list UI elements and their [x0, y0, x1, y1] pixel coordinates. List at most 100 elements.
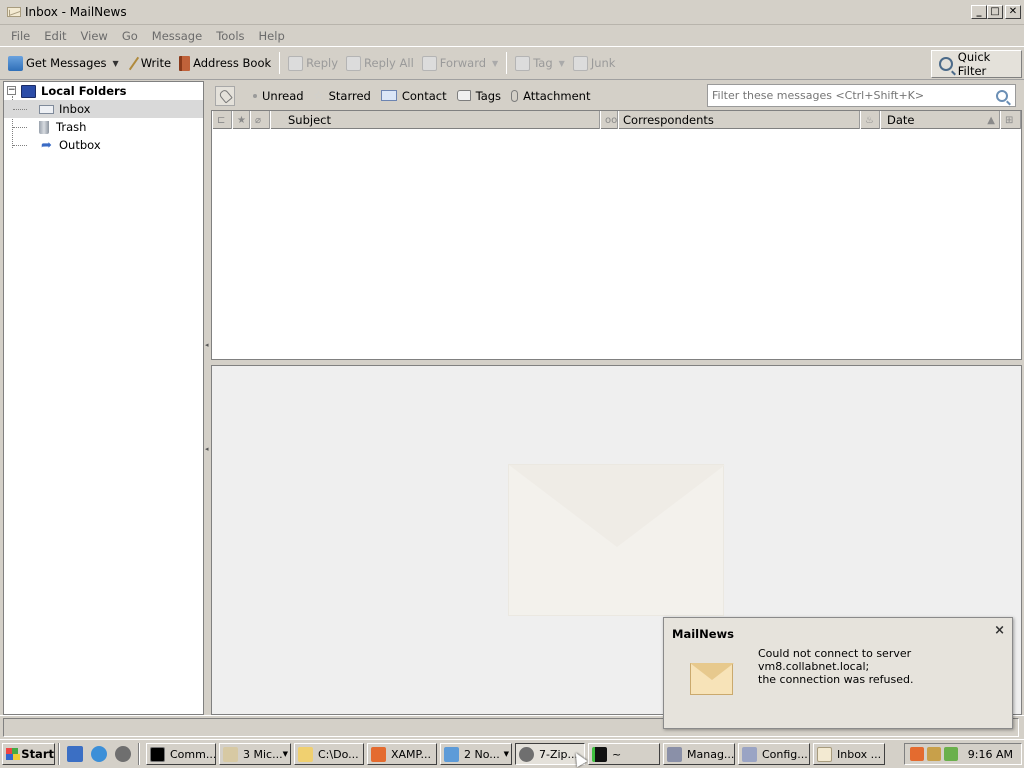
reply-all-label: Reply All: [364, 56, 414, 70]
unread-dot-icon: [253, 93, 257, 98]
minimize-button[interactable]: _: [971, 5, 987, 19]
filter-attachment-label: Attachment: [523, 88, 591, 103]
start-button[interactable]: Start: [2, 743, 55, 765]
internet-explorer-icon[interactable]: [91, 746, 107, 762]
close-icon[interactable]: ×: [994, 623, 1005, 638]
task-label: Inbox ...: [837, 747, 882, 761]
task-label: C:\Do...: [318, 747, 359, 761]
column-date-label: Date: [887, 113, 915, 127]
filter-tags[interactable]: Tags: [456, 88, 502, 103]
search-icon[interactable]: [996, 89, 1008, 102]
star-icon: ★: [237, 114, 246, 126]
menu-tools[interactable]: Tools: [209, 29, 251, 43]
folder-trash[interactable]: Trash: [4, 118, 203, 136]
windows-logo-icon: [6, 748, 21, 760]
task-label: XAMP...: [391, 747, 431, 761]
toolbar-separator: [506, 52, 508, 74]
chevron-down-icon[interactable]: ▼: [492, 59, 498, 68]
task-command-prompt[interactable]: Comm...: [146, 743, 216, 765]
folder-local-folders[interactable]: − Local Folders: [4, 82, 203, 100]
menu-edit[interactable]: Edit: [37, 29, 73, 43]
xampp-tray-icon[interactable]: [910, 747, 924, 761]
config-icon: [742, 746, 757, 762]
pane-splitter[interactable]: [204, 81, 211, 715]
filter-search-input[interactable]: [708, 89, 990, 102]
get-messages-button[interactable]: Get Messages ▼: [4, 51, 123, 75]
forward-icon: [421, 55, 437, 71]
menu-view[interactable]: View: [74, 29, 115, 43]
task-microsoft-group[interactable]: 3 Mic... ▼: [219, 743, 291, 765]
task-explorer-folder[interactable]: C:\Do...: [294, 743, 364, 765]
column-picker[interactable]: ⊞: [1000, 111, 1021, 129]
task-notepad-group[interactable]: 2 No... ▼: [440, 743, 512, 765]
address-book-icon: [179, 55, 191, 71]
column-starred[interactable]: ★: [232, 111, 250, 129]
menu-help[interactable]: Help: [252, 29, 292, 43]
address-book-button[interactable]: Address Book: [175, 51, 275, 75]
task-manage[interactable]: Manag...: [663, 743, 735, 765]
menu-go[interactable]: Go: [115, 29, 145, 43]
column-thread[interactable]: ⊏: [212, 111, 232, 129]
menu-file[interactable]: File: [4, 29, 37, 43]
taskbar-separator: [58, 743, 60, 765]
reply-all-button[interactable]: Reply All: [342, 51, 418, 75]
column-subject[interactable]: Subject: [270, 111, 600, 129]
collapse-icon[interactable]: −: [7, 86, 16, 95]
filter-tags-label: Tags: [475, 88, 502, 103]
filter-attachment[interactable]: Attachment: [511, 89, 590, 103]
task-label: ~: [612, 747, 622, 761]
write-button[interactable]: Write: [123, 51, 175, 75]
pin-icon[interactable]: [215, 85, 235, 106]
raccoon-app-icon[interactable]: [115, 746, 131, 762]
address-book-label: Address Book: [193, 56, 272, 70]
paperclip-icon: ⌀: [255, 114, 262, 126]
thread-column-header: ⊏ ★ ⌀ Subject oo Correspondents ♨ Date ▲…: [212, 111, 1021, 129]
envelope-watermark-icon: [508, 464, 725, 616]
pencil-icon: [128, 56, 139, 70]
filter-contact[interactable]: Contact: [380, 88, 447, 103]
computer-icon: [21, 84, 36, 98]
column-date[interactable]: Date ▲: [880, 111, 1000, 129]
chevron-down-icon[interactable]: ▼: [559, 59, 565, 68]
tag-button[interactable]: Tag ▼: [511, 51, 569, 75]
task-inbox-mailnews[interactable]: Inbox ...: [813, 743, 885, 765]
quick-filter-button[interactable]: Quick Filter: [931, 50, 1022, 78]
quick-filter-label: Quick Filter: [957, 50, 991, 78]
system-clock[interactable]: 9:16 AM: [968, 748, 1013, 761]
filter-unread[interactable]: Unread: [253, 89, 304, 103]
thread-pane[interactable]: ⊏ ★ ⌀ Subject oo Correspondents ♨ Date ▲…: [211, 110, 1022, 360]
filter-contact-label: Contact: [401, 88, 447, 103]
windows-taskbar: Start Comm... 3 Mic... ▼ C:\Do... XAMP..…: [0, 739, 1024, 768]
folder-outbox[interactable]: ➦ Outbox: [4, 136, 203, 154]
notification-message: Could not connect to server vm8.collabne…: [758, 647, 998, 686]
menu-message[interactable]: Message: [145, 29, 209, 43]
reply-button[interactable]: Reply: [284, 51, 342, 75]
reply-label: Reply: [306, 56, 339, 70]
junk-button[interactable]: Junk: [569, 51, 620, 75]
window-title: Inbox - MailNews: [25, 5, 127, 19]
window-title-bar[interactable]: Inbox - MailNews _ □ ✕: [0, 0, 1024, 25]
column-read[interactable]: oo: [600, 111, 618, 129]
show-desktop-icon[interactable]: [67, 746, 83, 762]
window-controls: _ □ ✕: [971, 5, 1021, 19]
column-junk[interactable]: ♨: [860, 111, 880, 129]
folder-inbox[interactable]: Inbox: [4, 100, 203, 118]
filter-unread-label: Unread: [262, 88, 304, 103]
task-terminal[interactable]: ~: [588, 743, 660, 765]
filter-starred[interactable]: ☆ Starred: [314, 89, 371, 103]
outbox-icon: ➦: [41, 137, 52, 153]
magnifier-icon: [939, 57, 953, 71]
tree-line: [13, 127, 27, 128]
tray-tools-icon[interactable]: [944, 747, 958, 761]
column-attachment[interactable]: ⌀: [250, 111, 270, 129]
chevron-down-icon[interactable]: ▼: [113, 59, 119, 68]
maximize-button[interactable]: □: [987, 5, 1003, 19]
forward-button[interactable]: Forward ▼: [418, 51, 502, 75]
close-button[interactable]: ✕: [1005, 5, 1021, 19]
task-config[interactable]: Config...: [738, 743, 810, 765]
junk-flame-icon: ♨: [865, 114, 874, 126]
tray-app-icon[interactable]: [927, 747, 941, 761]
column-correspondents[interactable]: Correspondents: [618, 111, 860, 129]
task-xampp[interactable]: XAMP...: [367, 743, 437, 765]
notification-popup[interactable]: MailNews × Could not connect to server v…: [663, 617, 1013, 729]
